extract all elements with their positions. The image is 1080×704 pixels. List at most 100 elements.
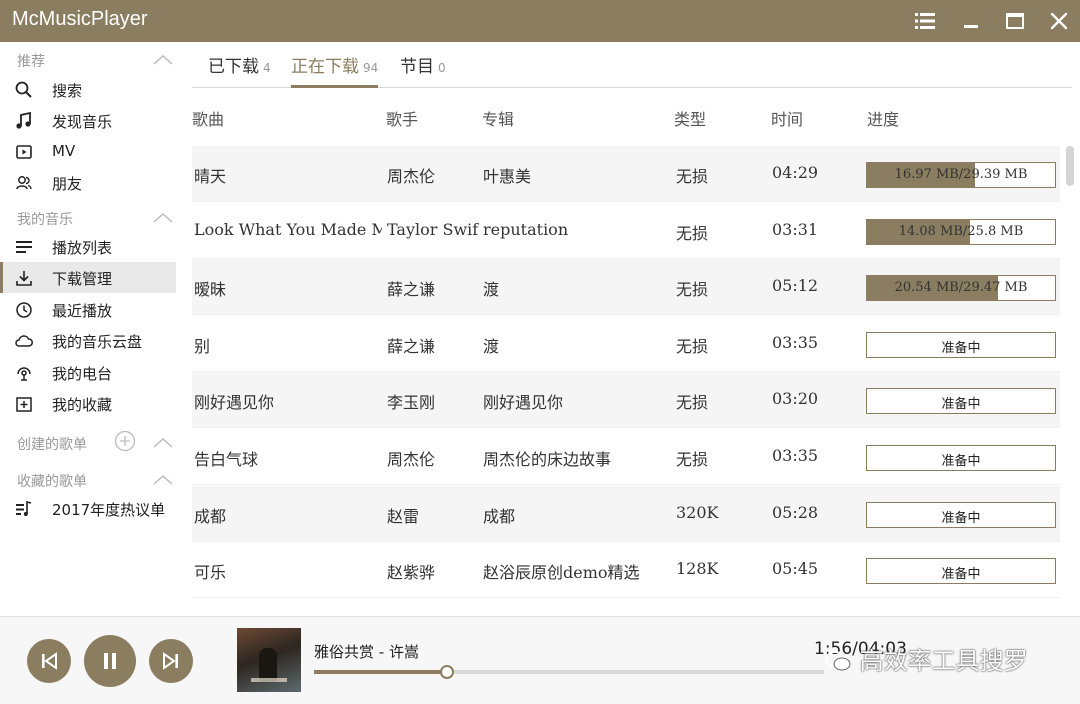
sidebar-item-discover[interactable]: 发现音乐 bbox=[0, 105, 176, 136]
quality-type: 无损 bbox=[676, 167, 709, 186]
sidebar-item-downloads[interactable]: 下载管理 bbox=[0, 262, 176, 293]
section-label: 收藏的歌单 bbox=[17, 474, 87, 490]
sidebar-item-cloud[interactable]: 我的音乐云盘 bbox=[0, 325, 176, 356]
clock-icon bbox=[16, 302, 32, 318]
quality-type: 无损 bbox=[676, 450, 709, 469]
sidebar-item-label: 搜索 bbox=[52, 82, 83, 100]
download-progress-text: 准备中 bbox=[941, 454, 981, 469]
sidebar-item-label: 下载管理 bbox=[52, 270, 113, 288]
main-content: 已下载 4 正在下载 94 节目 0 歌曲 歌手 专辑 类型 时间 进度 晴天 周杰伦叶… bbox=[176, 42, 1080, 616]
add-playlist-icon[interactable] bbox=[114, 430, 136, 452]
chevron-up-icon[interactable] bbox=[152, 212, 174, 224]
album-name: 刚好遇见你 bbox=[483, 393, 564, 413]
table-row[interactable]: 成都 赵雷 成都 320K 05:28 准备中 bbox=[192, 485, 1060, 542]
duration: 03:35 bbox=[772, 446, 819, 465]
column-header-song[interactable]: 歌曲 bbox=[192, 106, 224, 130]
sidebar-item-collection[interactable]: 我的收藏 bbox=[0, 388, 176, 419]
duration: 05:28 bbox=[772, 502, 819, 522]
sidebar-item-mv[interactable]: MV bbox=[0, 136, 176, 167]
section-header-recommend[interactable]: 推荐 bbox=[0, 44, 176, 74]
song-title: 暧昧 bbox=[194, 280, 227, 300]
song-title: 刚好遇见你 bbox=[194, 393, 275, 413]
watermark: 高效率工具搜罗 bbox=[824, 641, 1028, 676]
quality-type: 无损 bbox=[676, 280, 709, 300]
chevron-up-icon[interactable] bbox=[152, 54, 174, 66]
column-header-progress[interactable]: 进度 bbox=[867, 106, 899, 130]
cloud-icon bbox=[15, 335, 33, 347]
close-icon[interactable] bbox=[1046, 8, 1072, 34]
quality-type: 无损 bbox=[676, 393, 709, 413]
collection-icon bbox=[16, 397, 32, 412]
song-title: 可乐 bbox=[194, 563, 227, 583]
list-menu-icon[interactable] bbox=[912, 8, 938, 34]
sidebar-item-label: 发现音乐 bbox=[52, 113, 113, 131]
watermark-text: 高效率工具搜罗 bbox=[859, 647, 1028, 675]
column-header-type[interactable]: 类型 bbox=[674, 106, 706, 130]
album-name: 赵浴辰原创demo精选 bbox=[483, 563, 640, 583]
artist-name: 薛之谦 bbox=[387, 336, 436, 356]
table-row[interactable]: 告白气球 周杰伦 周杰伦的床边故事 无损 03:35 准备中 bbox=[192, 429, 1060, 485]
column-header-album[interactable]: 专辑 bbox=[482, 106, 514, 130]
seek-handle[interactable] bbox=[439, 665, 454, 679]
tab-downloading[interactable]: 正在下载 94 bbox=[291, 52, 379, 88]
scrollbar-thumb[interactable] bbox=[1066, 146, 1074, 186]
minimize-icon[interactable] bbox=[958, 8, 984, 34]
skip-previous-button[interactable] bbox=[27, 639, 71, 683]
title-bar: McMusicPlayer bbox=[0, 0, 1080, 42]
quality-type: 无损 bbox=[676, 336, 709, 356]
friends-icon bbox=[16, 176, 32, 190]
tab-downloaded[interactable]: 已下载 4 bbox=[208, 52, 271, 88]
song-title: Look What You Made Me bbox=[194, 219, 382, 239]
artist-name: 赵雷 bbox=[387, 506, 420, 526]
download-progress-text: 准备中 bbox=[941, 397, 981, 413]
chevron-up-icon[interactable] bbox=[152, 474, 174, 486]
section-header-my-music[interactable]: 我的音乐 bbox=[0, 202, 176, 232]
table-row[interactable]: 暧昧 薛之谦 渡 无损 05:12 20.54 MB/29.47 MB bbox=[192, 259, 1060, 316]
section-header-collected-playlists[interactable]: 收藏的歌单 bbox=[0, 464, 176, 494]
sidebar-item-friends[interactable]: 朋友 bbox=[0, 167, 176, 198]
table-row[interactable]: 刚好遇见你 李玉刚 刚好遇见你 无损 03:20 准备中 bbox=[192, 372, 1060, 429]
sidebar-item-radio[interactable]: 我的电台 bbox=[0, 357, 176, 388]
sidebar-item-recent[interactable]: 最近播放 bbox=[0, 294, 176, 325]
table-row[interactable]: 可乐 赵紫骅 赵浴辰原创demo精选 128K 05:45 准备中 bbox=[192, 542, 1060, 599]
now-playing-title: 雅俗共赏 - 许嵩 bbox=[314, 643, 419, 661]
app-title: McMusicPlayer bbox=[12, 8, 148, 30]
download-progress: 准备中 bbox=[866, 445, 1056, 471]
sidebar-item-search[interactable]: 搜索 bbox=[0, 74, 176, 105]
quality-type: 无损 bbox=[676, 223, 709, 243]
sidebar-item-label: 播放列表 bbox=[52, 239, 113, 257]
album-name: 叶惠美 bbox=[483, 167, 532, 186]
sidebar-item-label: 朋友 bbox=[52, 175, 83, 193]
sidebar-item-playlist-2017[interactable]: 2017年度热议单 bbox=[0, 493, 176, 524]
section-header-created-playlists[interactable]: 创建的歌单 bbox=[0, 427, 176, 457]
wechat-icon bbox=[825, 651, 851, 671]
sidebar-item-label: 我的收藏 bbox=[52, 396, 113, 414]
song-title: 告白气球 bbox=[194, 450, 259, 469]
column-header-artist[interactable]: 歌手 bbox=[386, 106, 418, 130]
download-progress: 准备中 bbox=[866, 501, 1056, 528]
table-row[interactable]: 别 薛之谦 渡 无损 03:35 准备中 bbox=[192, 316, 1060, 372]
maximize-icon[interactable] bbox=[1002, 8, 1028, 34]
seek-bar-fill bbox=[314, 670, 447, 674]
music-note-icon bbox=[16, 111, 31, 129]
skip-next-button[interactable] bbox=[149, 639, 193, 683]
table-row[interactable]: Look What You Made Me Taylor Swift reputat… bbox=[192, 203, 1060, 259]
pause-icon bbox=[104, 653, 116, 669]
column-header-time[interactable]: 时间 bbox=[771, 106, 803, 130]
sidebar-item-label: 我的音乐云盘 bbox=[52, 333, 143, 351]
table-row[interactable]: 晴天 周杰伦 叶惠美 无损 04:29 16.97 MB/29.39 MB bbox=[192, 146, 1060, 202]
seek-bar[interactable] bbox=[314, 665, 824, 679]
duration: 04:29 bbox=[772, 163, 819, 182]
song-title: 成都 bbox=[194, 506, 227, 526]
download-progress-text: 准备中 bbox=[941, 340, 981, 356]
section-label: 推荐 bbox=[17, 54, 45, 70]
pause-button[interactable] bbox=[84, 635, 136, 687]
skip-previous-icon bbox=[42, 652, 57, 670]
artist-name: 周杰伦 bbox=[387, 450, 436, 469]
tab-count: 0 bbox=[438, 61, 446, 75]
album-cover[interactable] bbox=[237, 628, 301, 692]
download-progress: 14.08 MB/25.8 MB bbox=[866, 218, 1056, 245]
sidebar-item-playlist[interactable]: 播放列表 bbox=[0, 231, 176, 262]
chevron-up-icon[interactable] bbox=[152, 437, 174, 449]
tab-programs[interactable]: 节目 0 bbox=[400, 52, 446, 88]
